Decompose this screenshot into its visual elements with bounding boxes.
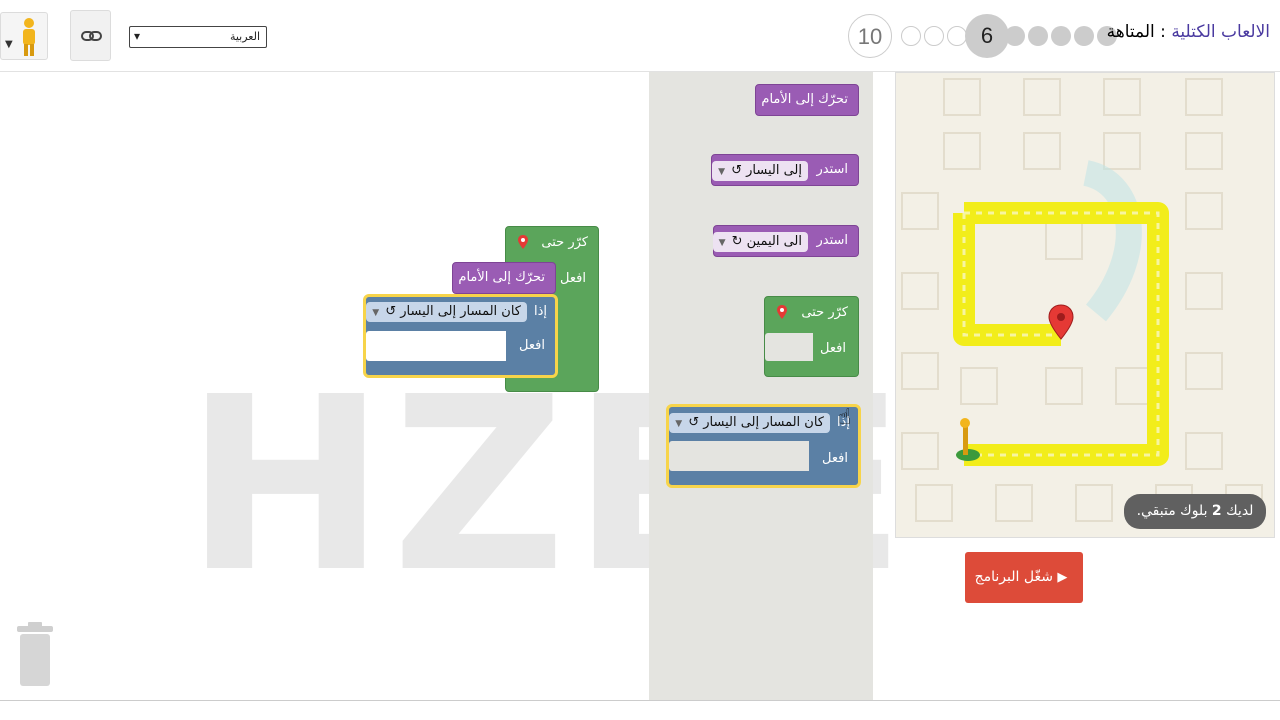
if-do-label: افعل <box>519 338 545 353</box>
toolbox-repeat-do-label: افعل <box>820 341 846 356</box>
dropdown-arrow-icon: ▼ <box>675 419 683 429</box>
app-name-link[interactable]: الالعاب الكتلية <box>1171 22 1270 42</box>
repeat-do-label: افعل <box>560 271 586 286</box>
hint-count: 2 <box>1211 503 1222 519</box>
language-select-value: العربية <box>229 30 260 43</box>
level-3-link[interactable] <box>1051 26 1071 46</box>
hint-text-pre: لديك <box>1226 503 1254 519</box>
level-4-link[interactable] <box>1028 26 1048 46</box>
share-link-button[interactable] <box>70 10 111 61</box>
toolbox-if-do-label: افعل <box>822 451 848 466</box>
header-bar: ▼ ▾ العربية 10 6 الالعاب الكتلية : المتا… <box>0 0 1280 72</box>
link-icon <box>81 31 102 41</box>
dropdown-arrow-icon: ▼ <box>5 39 13 50</box>
move-forward-label: تحرّك إلى الأمام <box>458 270 545 285</box>
repeat-until-label: كرّر حتى <box>541 235 588 250</box>
level-10-link[interactable]: 10 <box>848 14 892 58</box>
dropdown-arrow-icon: ▼ <box>718 167 726 177</box>
toolbox-if-path-block[interactable]: إذا كان المسار إلى اليسار ↺▼ افعل <box>666 404 861 488</box>
toolbox-turn-left-block[interactable]: استدر إلى اليسار ↺ ▼ <box>711 154 859 186</box>
map-pin-icon <box>518 235 528 249</box>
level-progress: 10 6 <box>848 14 1117 58</box>
map-pin-icon <box>777 305 787 319</box>
level-9-link[interactable] <box>901 26 921 46</box>
maze-drawing <box>901 78 1263 522</box>
blocks-workspace[interactable]: HZEE كرّر حتى افعل تحرّك إلى الأمام إذا … <box>0 72 906 700</box>
turn-left-text: إلى اليسار ↺ <box>731 163 802 178</box>
bottom-strip <box>0 700 1280 720</box>
run-program-button[interactable]: ▶ شغّل البرنامج <box>965 552 1083 603</box>
toolbox-turn-label: استدر <box>816 162 848 177</box>
toolbox-if-path-text: كان المسار إلى اليسار ↺ <box>688 415 824 430</box>
toolbox-move-forward-block[interactable]: تحرّك إلى الأمام <box>755 84 859 116</box>
turn-left-dropdown[interactable]: إلى اليسار ↺ ▼ <box>712 161 808 181</box>
level-2-link[interactable] <box>1074 26 1094 46</box>
hand-cursor-icon: ☝ <box>838 405 852 430</box>
turn-right-dropdown[interactable]: الى اليمين ↻ ▼ <box>712 232 808 252</box>
turn-right-text: الى اليمين ↻ <box>731 234 802 249</box>
pegman-icon <box>23 18 35 56</box>
if-path-text: كان المسار إلى اليسار ↺ <box>385 304 521 319</box>
toolbox-repeat-until-block[interactable]: كرّر حتى افعل <box>764 296 859 377</box>
toolbox-repeat-until-label: كرّر حتى <box>801 305 848 320</box>
toolbox-if-path-dropdown[interactable]: كان المسار إلى اليسار ↺ ▼ <box>669 413 830 433</box>
level-6-current[interactable]: 6 <box>965 14 1009 58</box>
if-path-direction-dropdown[interactable]: كان المسار إلى اليسار ↺ ▼ <box>366 302 527 322</box>
blocks-toolbox-flyout: تحرّك إلى الأمام استدر إلى اليسار ↺ ▼ است… <box>649 72 873 700</box>
play-icon: ▶ <box>1057 570 1068 585</box>
blocks-remaining-hint: لديك 2 بلوك متبقي. <box>1124 494 1266 529</box>
language-select[interactable]: ▾ العربية <box>129 26 267 48</box>
toolbox-repeat-slot <box>765 333 813 361</box>
if-label: إذا <box>533 304 547 319</box>
toolbox-move-forward-label: تحرّك إلى الأمام <box>761 92 848 107</box>
run-program-label: شغّل البرنامج <box>974 569 1053 585</box>
if-do-slot[interactable] <box>366 331 506 361</box>
page-name: المتاهة <box>1106 22 1155 42</box>
level-8-link[interactable] <box>924 26 944 46</box>
toolbox-if-slot <box>669 441 809 471</box>
level-7-link[interactable] <box>947 26 967 46</box>
dropdown-arrow-icon: ▼ <box>372 308 380 318</box>
maze-game-app: ▼ ▾ العربية 10 6 الالعاب الكتلية : المتا… <box>0 0 1280 720</box>
trash-icon[interactable] <box>15 622 55 688</box>
level-5-link[interactable] <box>1005 26 1025 46</box>
chevron-down-icon: ▾ <box>134 29 141 43</box>
toolbox-turn-label-2: استدر <box>816 233 848 248</box>
toolbox-turn-right-block[interactable]: استدر الى اليمين ↻ ▼ <box>712 225 859 257</box>
workspace-if-path-block[interactable]: إذا كان المسار إلى اليسار ↺ ▼ افعل <box>363 294 558 378</box>
pegman-selector-button[interactable]: ▼ <box>0 12 48 60</box>
workspace-move-forward-block[interactable]: تحرّك إلى الأمام <box>452 262 556 294</box>
title-separator: : <box>1160 22 1166 42</box>
page-title: الالعاب الكتلية : المتاهة <box>1107 22 1270 42</box>
hint-text-post: بلوك متبقي. <box>1136 503 1208 519</box>
dropdown-arrow-icon: ▼ <box>718 238 726 248</box>
maze-display <box>895 72 1275 538</box>
